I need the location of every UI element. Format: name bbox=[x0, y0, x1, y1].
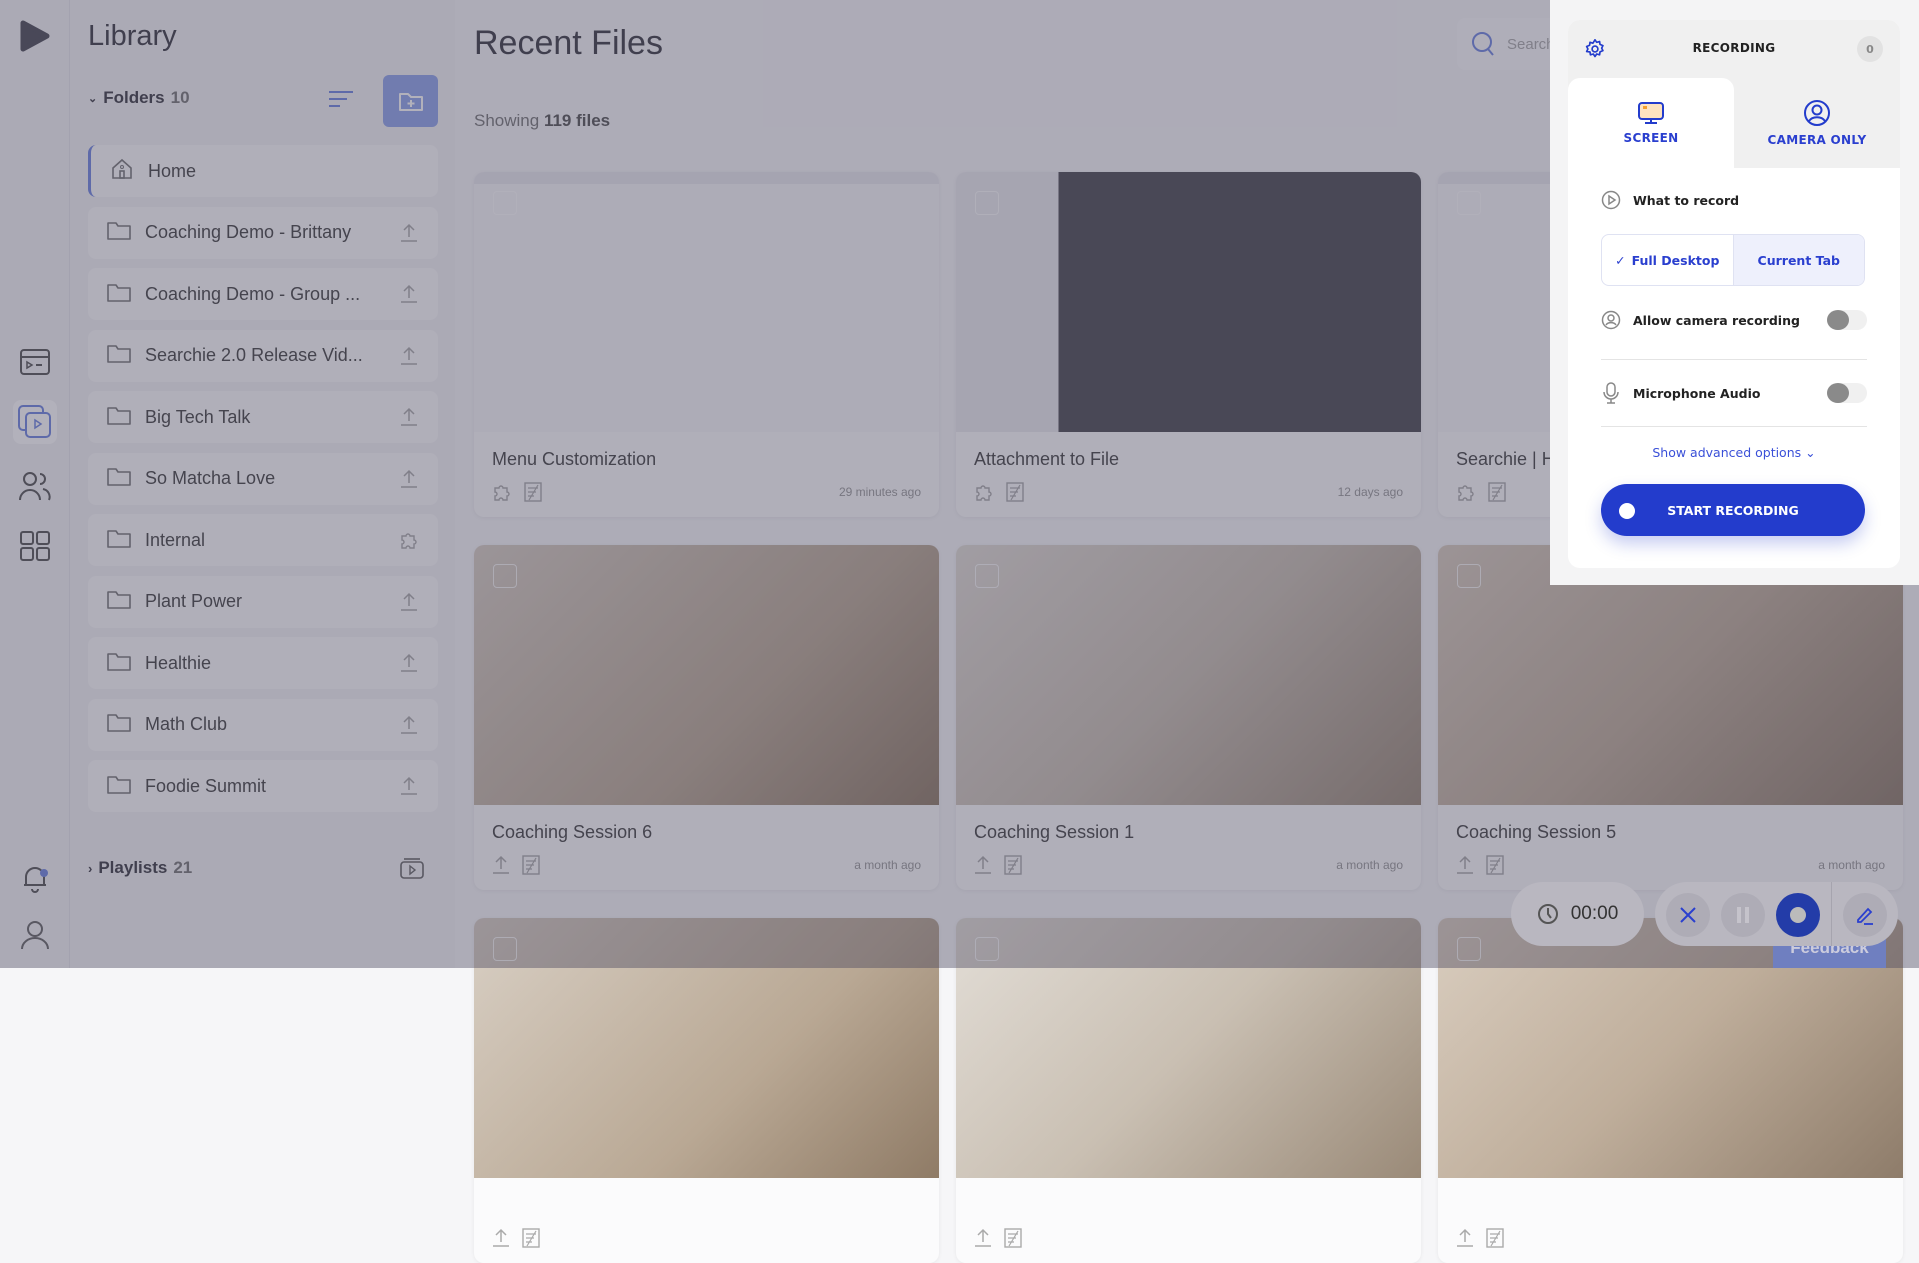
microphone-toggle[interactable] bbox=[1827, 383, 1867, 403]
record-icon bbox=[1790, 907, 1806, 923]
record-dot-icon bbox=[1619, 503, 1635, 519]
pause-button[interactable] bbox=[1721, 893, 1765, 937]
camera-user-icon bbox=[1804, 100, 1830, 126]
upload-icon[interactable] bbox=[492, 1228, 510, 1253]
user-circle-icon bbox=[1601, 310, 1621, 330]
recording-timer: 00:00 bbox=[1511, 882, 1644, 946]
record-button[interactable] bbox=[1776, 893, 1820, 937]
file-card[interactable] bbox=[474, 918, 939, 1263]
show-advanced-options-link[interactable]: Show advanced options ⌄ bbox=[1568, 445, 1900, 460]
recording-count-badge: 0 bbox=[1857, 36, 1883, 62]
clock-icon bbox=[1537, 904, 1558, 924]
popup-title: RECORDING bbox=[1692, 41, 1776, 55]
tab-screen[interactable]: SCREEN bbox=[1568, 78, 1734, 168]
cancel-recording-button[interactable] bbox=[1666, 893, 1710, 937]
transcript-icon[interactable] bbox=[1004, 1228, 1022, 1253]
transcript-icon[interactable] bbox=[1486, 1228, 1504, 1253]
transcript-icon[interactable] bbox=[522, 1228, 540, 1253]
microphone-label: Microphone Audio bbox=[1633, 385, 1761, 401]
play-circle-icon bbox=[1601, 190, 1621, 210]
file-card[interactable] bbox=[956, 918, 1421, 1263]
timer-value: 00:00 bbox=[1570, 903, 1619, 924]
recording-popup: RECORDING 0 SCREEN CAMERA ONLY What to r… bbox=[1568, 20, 1900, 568]
what-to-record-label: What to record bbox=[1633, 192, 1740, 208]
current-tab-option[interactable]: Current Tab bbox=[1732, 235, 1864, 285]
check-icon: ✓ bbox=[1615, 252, 1626, 268]
file-card[interactable] bbox=[1438, 918, 1903, 1263]
monitor-icon bbox=[1638, 102, 1664, 124]
pause-icon bbox=[1737, 907, 1749, 923]
camera-label: Allow camera recording bbox=[1633, 312, 1800, 328]
record-source-selector: ✓ Full Desktop Current Tab bbox=[1601, 234, 1865, 286]
draw-button[interactable] bbox=[1843, 893, 1887, 937]
tab-camera-only[interactable]: CAMERA ONLY bbox=[1734, 78, 1900, 168]
recording-controls bbox=[1655, 882, 1898, 946]
upload-icon[interactable] bbox=[1456, 1228, 1474, 1253]
start-recording-button[interactable]: START RECORDING bbox=[1601, 484, 1865, 536]
close-icon bbox=[1680, 907, 1696, 923]
microphone-icon bbox=[1603, 382, 1619, 404]
pencil-icon bbox=[1857, 907, 1873, 925]
upload-icon[interactable] bbox=[974, 1228, 992, 1253]
chevron-down-icon: ⌄ bbox=[1805, 445, 1816, 460]
full-desktop-option[interactable]: ✓ Full Desktop bbox=[1602, 235, 1733, 285]
camera-toggle[interactable] bbox=[1827, 310, 1867, 330]
